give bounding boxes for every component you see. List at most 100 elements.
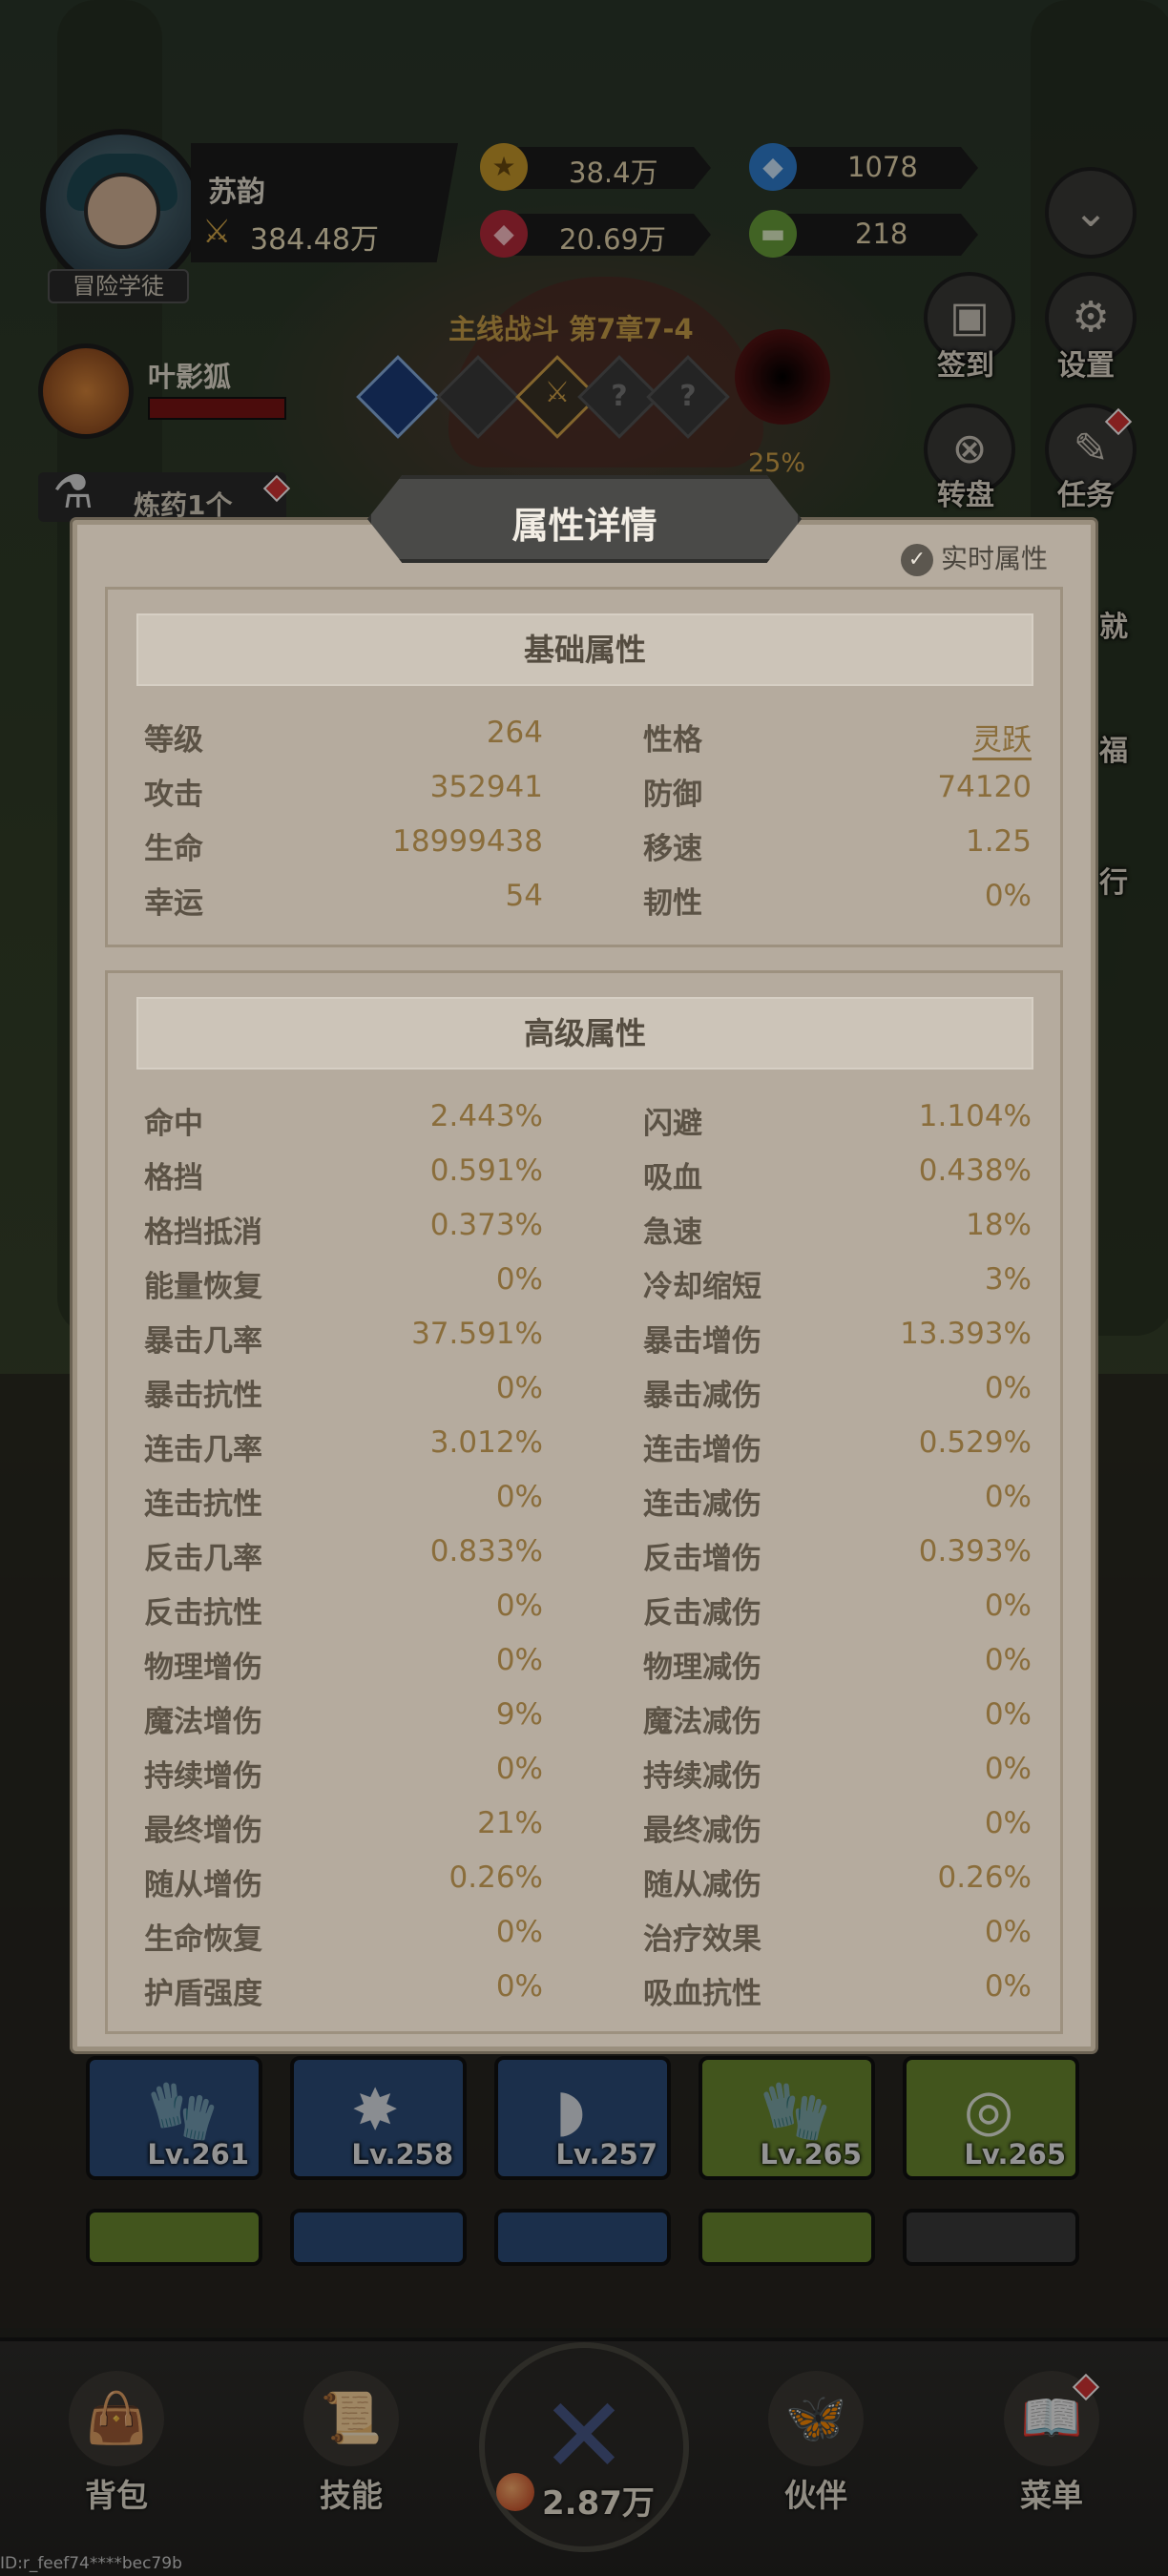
attribute-row: 持续增伤 0% 持续减伤 0% (144, 1752, 1032, 1806)
attribute-label: 反击增伤 (643, 1542, 761, 1576)
attribute-label: 随从减伤 (643, 1868, 761, 1902)
attribute-label: 防御 (643, 778, 702, 812)
attribute-value: 0.26% (937, 1860, 1032, 1895)
attribute-value: 1.25 (965, 824, 1032, 859)
basic-attributes-heading: 基础属性 (136, 613, 1033, 686)
attribute-value: 0.833% (429, 1534, 543, 1568)
attribute-value: 0% (984, 1589, 1032, 1623)
attribute-label: 韧性 (643, 886, 702, 921)
attribute-value: 0.393% (918, 1534, 1032, 1568)
attribute-label: 连击减伤 (643, 1487, 761, 1522)
attribute-value: 0% (984, 879, 1032, 913)
attribute-label: 闪避 (643, 1107, 702, 1141)
attribute-label: 魔法减伤 (643, 1705, 761, 1739)
basic-attributes-section: 基础属性 等级 264 性格 灵跃 攻击 352941 防御 74120 生命 18999438 移… (105, 587, 1063, 947)
attribute-value: 352941 (429, 770, 543, 804)
attribute-value: 0% (495, 1752, 543, 1786)
attribute-value: 0% (495, 1969, 543, 2004)
attribute-value: 0% (984, 1969, 1032, 2004)
attribute-label: 急速 (643, 1215, 702, 1250)
attribute-label: 连击增伤 (643, 1433, 761, 1467)
attribute-label: 反击抗性 (144, 1596, 262, 1631)
attribute-value: 0% (984, 1806, 1032, 1840)
attribute-value: 18% (966, 1208, 1032, 1242)
attribute-label: 幸运 (144, 886, 203, 921)
personality-link[interactable]: 灵跃 (972, 723, 1032, 760)
attribute-label: 生命恢复 (144, 1922, 262, 1957)
attribute-value: 264 (486, 716, 543, 750)
attribute-label: 治疗效果 (643, 1922, 761, 1957)
attribute-value: 0% (495, 1371, 543, 1405)
attribute-value: 0% (495, 1262, 543, 1297)
attribute-label: 攻击 (144, 778, 203, 812)
attribute-label: 护盾强度 (144, 1977, 262, 2011)
attribute-label: 连击几率 (144, 1433, 262, 1467)
attribute-value[interactable]: 灵跃 (841, 716, 1032, 760)
attribute-value: 21% (477, 1806, 543, 1840)
attribute-value: 0% (984, 1371, 1032, 1405)
attribute-row: 连击几率 3.012% 连击增伤 0.529% (144, 1425, 1032, 1480)
attribute-value: 0.591% (429, 1153, 543, 1188)
attribute-value: 0.373% (429, 1208, 543, 1242)
attribute-row: 格挡 0.591% 吸血 0.438% (144, 1153, 1032, 1208)
attribute-label: 生命 (144, 832, 203, 866)
advanced-attributes-heading: 高级属性 (136, 997, 1033, 1070)
attribute-row: 随从增伤 0.26% 随从减伤 0.26% (144, 1860, 1032, 1915)
attribute-label: 暴击抗性 (144, 1379, 262, 1413)
attribute-row: 等级 264 性格 灵跃 (144, 716, 1032, 770)
attribute-label: 移速 (643, 832, 702, 866)
attribute-label: 最终增伤 (144, 1814, 262, 1848)
attribute-value: 37.591% (411, 1317, 543, 1351)
attribute-value: 13.393% (900, 1317, 1032, 1351)
panel-title: 属性详情 (511, 505, 657, 547)
attribute-label: 魔法增伤 (144, 1705, 262, 1739)
attribute-value: 0% (984, 1643, 1032, 1677)
attribute-row: 生命恢复 0% 治疗效果 0% (144, 1915, 1032, 1969)
attribute-row: 护盾强度 0% 吸血抗性 0% (144, 1969, 1032, 2024)
attribute-value: 18999438 (392, 824, 543, 859)
attribute-value: 0% (984, 1752, 1032, 1786)
attribute-label: 格挡 (144, 1161, 203, 1195)
attribute-label: 物理减伤 (643, 1651, 761, 1685)
attribute-row: 能量恢复 0% 冷却缩短 3% (144, 1262, 1032, 1317)
advanced-attributes-section: 高级属性 命中 2.443% 闪避 1.104% 格挡 0.591% 吸血 0.438% 格挡抵… (105, 970, 1063, 2034)
check-icon: ✓ (901, 544, 933, 576)
attribute-label: 吸血 (643, 1161, 702, 1195)
attribute-label: 物理增伤 (144, 1651, 262, 1685)
attribute-value: 0% (984, 1697, 1032, 1732)
attribute-value: 0% (984, 1915, 1032, 1949)
attribute-label: 吸血抗性 (643, 1977, 761, 2011)
attribute-label: 最终减伤 (643, 1814, 761, 1848)
attribute-value: 0% (495, 1589, 543, 1623)
attribute-label: 持续增伤 (144, 1759, 262, 1794)
attribute-value: 1.104% (918, 1099, 1032, 1133)
attribute-value: 3.012% (429, 1425, 543, 1460)
attribute-value: 0.26% (448, 1860, 543, 1895)
attribute-value: 0% (495, 1480, 543, 1514)
attribute-label: 反击几率 (144, 1542, 262, 1576)
attribute-row: 格挡抵消 0.373% 急速 18% (144, 1208, 1032, 1262)
attribute-value: 0.438% (918, 1153, 1032, 1188)
attribute-value: 2.443% (429, 1099, 543, 1133)
attribute-label: 连击抗性 (144, 1487, 262, 1522)
attribute-label: 格挡抵消 (144, 1215, 262, 1250)
attribute-label: 暴击几率 (144, 1324, 262, 1359)
attribute-label: 等级 (144, 723, 203, 758)
attribute-label: 随从增伤 (144, 1868, 262, 1902)
attribute-value: 0% (495, 1915, 543, 1949)
attribute-value: 54 (505, 879, 543, 913)
attribute-row: 幸运 54 韧性 0% (144, 879, 1032, 933)
attribute-row: 反击抗性 0% 反击减伤 0% (144, 1589, 1032, 1643)
attribute-label: 暴击增伤 (643, 1324, 761, 1359)
attribute-row: 暴击几率 37.591% 暴击增伤 13.393% (144, 1317, 1032, 1371)
attribute-row: 命中 2.443% 闪避 1.104% (144, 1099, 1032, 1153)
attribute-label: 性格 (643, 723, 702, 758)
attribute-row: 物理增伤 0% 物理减伤 0% (144, 1643, 1032, 1697)
attribute-label: 持续减伤 (643, 1759, 761, 1794)
realtime-toggle[interactable]: ✓ 实时属性 (901, 538, 1048, 576)
attribute-row: 魔法增伤 9% 魔法减伤 0% (144, 1697, 1032, 1752)
attribute-row: 攻击 352941 防御 74120 (144, 770, 1032, 824)
attribute-value: 3% (984, 1262, 1032, 1297)
attribute-label: 命中 (144, 1107, 203, 1141)
attribute-label: 暴击减伤 (643, 1379, 761, 1413)
